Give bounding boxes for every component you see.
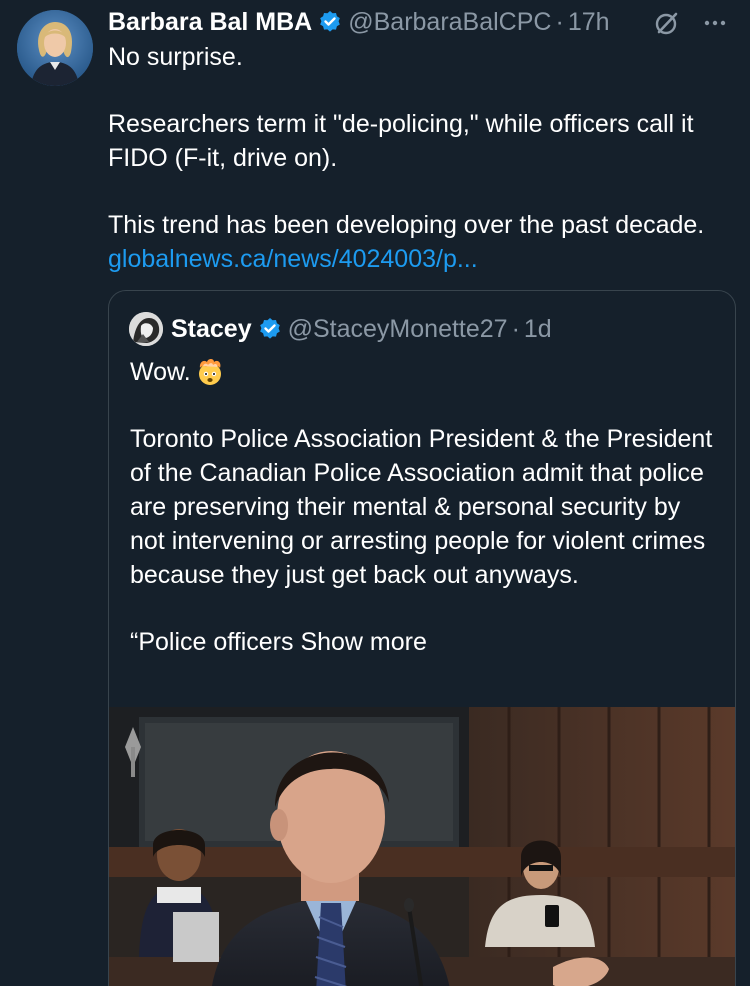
author-display-name[interactable]: Barbara Bal MBA: [108, 8, 312, 37]
separator-dot: ·: [555, 7, 564, 36]
quoted-author-avatar: [129, 312, 163, 346]
verified-badge-icon: [318, 10, 342, 34]
quoted-text-truncated: “Police officers: [130, 628, 294, 656]
author-avatar[interactable]: [17, 10, 93, 86]
quoted-tweet-media[interactable]: [109, 707, 735, 986]
verified-badge-icon: [258, 317, 282, 341]
tweet-text-paragraph: This trend has been developing over the …: [108, 211, 705, 239]
quoted-tweet-header: Stacey @StaceyMonette27 · 1d: [129, 312, 552, 346]
quoted-text-paragraph: “Police officers Show more: [130, 625, 720, 659]
tweet-text: No surprise. Researchers term it "de-pol…: [108, 40, 740, 276]
quoted-tweet-text: Wow. Toronto Police Association Presiden…: [130, 355, 720, 659]
separator-dot: ·: [511, 314, 520, 343]
more-icon[interactable]: [700, 8, 730, 38]
header-actions: [652, 8, 730, 38]
tweet-link[interactable]: globalnews.ca/news/4024003/p...: [108, 242, 740, 276]
quoted-author-handle[interactable]: @StaceyMonette27: [288, 315, 508, 344]
tweet-text-line: No surprise.: [108, 43, 243, 71]
quoted-text-line: Wow.: [130, 355, 720, 389]
tweet-header: Barbara Bal MBA @BarbaraBalCPC · 17h: [108, 6, 610, 38]
exploding-head-emoji-icon: [195, 356, 225, 386]
quoted-tweet[interactable]: Stacey @StaceyMonette27 · 1d Wow. Toront…: [108, 290, 736, 986]
grok-icon[interactable]: [652, 8, 682, 38]
quoted-tweet-timestamp[interactable]: 1d: [524, 315, 552, 344]
tweet[interactable]: Barbara Bal MBA @BarbaraBalCPC · 17h No …: [0, 0, 750, 986]
show-more-link[interactable]: Show more: [300, 628, 426, 656]
quoted-text-paragraph: Toronto Police Association President & t…: [130, 425, 713, 589]
tweet-text-paragraph: Researchers term it "de-policing," while…: [108, 110, 694, 172]
quoted-text-wow: Wow.: [130, 358, 191, 386]
author-handle[interactable]: @BarbaraBalCPC: [348, 8, 551, 37]
tweet-timestamp[interactable]: 17h: [568, 8, 610, 37]
quoted-author-display-name[interactable]: Stacey: [171, 315, 252, 344]
